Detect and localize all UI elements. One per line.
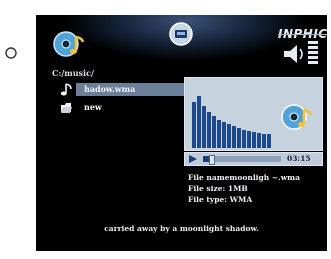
preview-panel <box>184 77 323 151</box>
usb-drive-icon[interactable] <box>168 21 194 47</box>
progress-bar[interactable] <box>203 155 281 165</box>
file-list: hadow.wma new <box>56 81 195 117</box>
music-note-icon <box>60 83 72 96</box>
elapsed-time: 03:15 <box>287 154 311 163</box>
folder-item-label: new <box>84 102 102 112</box>
lyric-line: carried away by a moonlight shadow. <box>104 224 259 233</box>
file-item-hadow-wma[interactable]: hadow.wma <box>56 81 195 98</box>
brand-logo: INPHIC <box>278 27 327 41</box>
playback-bar: 03:15 <box>184 152 323 166</box>
media-player-screen: INPHIC C:/music/ hadow.wma new 03:15 Fil… <box>36 15 327 251</box>
music-disc-icon <box>281 104 313 130</box>
play-icon[interactable] <box>189 155 197 163</box>
music-disc-icon <box>53 31 85 57</box>
volume-icon[interactable] <box>282 41 322 67</box>
file-size-line: File size: 1MB <box>188 184 248 193</box>
folder-icon <box>61 103 72 113</box>
progress-handle[interactable] <box>209 155 216 165</box>
file-type-line: File type: WMA <box>188 195 253 204</box>
circle-mark-icon <box>5 47 17 59</box>
folder-item-new[interactable]: new <box>56 99 176 116</box>
equalizer-visual <box>192 96 271 148</box>
file-item-label: hadow.wma <box>84 84 136 94</box>
file-name-line: File namemoonligh ~.wma <box>188 173 300 182</box>
current-path: C:/music/ <box>52 68 94 78</box>
file-info: File namemoonligh ~.wma File size: 1MB F… <box>188 172 323 205</box>
